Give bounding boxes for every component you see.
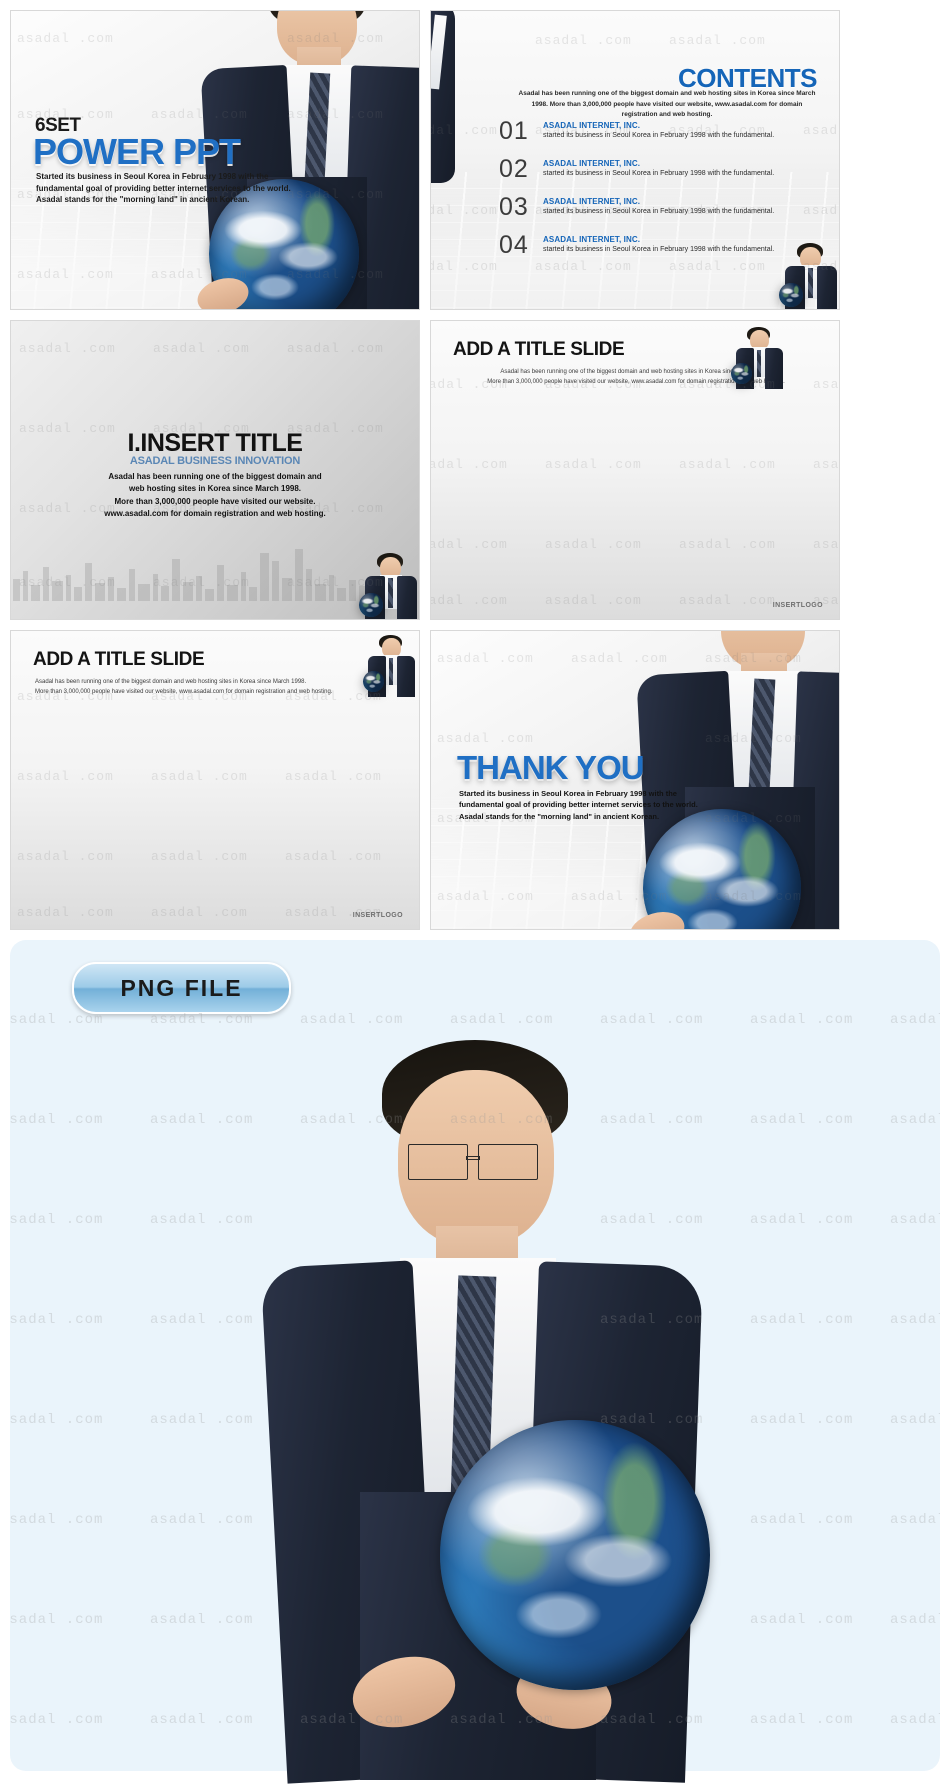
contents-list-item[interactable]: 01 ASADAL INTERNET, INC. started its bus… xyxy=(499,117,825,157)
slide-thumbnail-cover[interactable]: 6SET POWER PPT Started its business in S… xyxy=(10,10,420,310)
businessman-thumbnail xyxy=(731,327,783,389)
businessman-thumbnail xyxy=(363,635,415,697)
title-slide-heading: ADD A TITLE SLIDE xyxy=(33,649,205,670)
contents-item-number: 01 xyxy=(499,117,529,145)
contents-item-title: ASADAL INTERNET, INC. xyxy=(543,159,641,168)
watermark-text: asadal .com xyxy=(150,1212,254,1228)
contents-item-desc: started its business in Seoul Korea in F… xyxy=(543,246,775,253)
contents-list-item[interactable]: 04 ASADAL INTERNET, INC. started its bus… xyxy=(499,231,825,271)
watermark-text: asadal .com xyxy=(10,1312,104,1328)
watermark-text: asadal .com xyxy=(150,1312,254,1328)
slide-thumbnail-thank-you[interactable]: THANK YOU Started its business in Seoul … xyxy=(430,630,840,930)
body-line: More than 3,000,000 people have visited … xyxy=(114,496,316,506)
cover-title: POWER PPT xyxy=(33,131,241,172)
watermark-text: asadal .com xyxy=(750,1412,854,1428)
watermark-text: asadal .com xyxy=(750,1512,854,1528)
title-slide-heading: ADD A TITLE SLIDE xyxy=(453,339,625,360)
glasses-icon xyxy=(478,1144,538,1180)
glasses-icon xyxy=(408,1144,468,1180)
watermark-text: asadal .com xyxy=(890,1112,940,1128)
watermark-text: asadal .com xyxy=(150,1012,254,1028)
watermark-text: asadal .com xyxy=(750,1612,854,1628)
cover-body-text: Started its business in Seoul Korea in F… xyxy=(36,172,291,205)
insert-title-subtitle: ASADAL BUSINESS INNOVATION xyxy=(129,455,301,467)
contents-item-number: 03 xyxy=(499,193,529,221)
footer-logo-placeholder: INSERTLOGO xyxy=(352,912,403,919)
watermark-text: asadal .com xyxy=(10,1512,104,1528)
watermark-text: asadal .com xyxy=(890,1312,940,1328)
watermark-text: asadal .com xyxy=(890,1012,940,1028)
watermark-text: asadal .com xyxy=(890,1212,940,1228)
slide-thumbnail-contents[interactable]: CONTENTS Asadal has been running one of … xyxy=(430,10,840,310)
contents-item-desc: started its business in Seoul Korea in F… xyxy=(543,132,775,139)
globe-graphic-large xyxy=(440,1420,710,1690)
watermark-text: asadal .com xyxy=(150,1712,254,1728)
contents-item-title: ASADAL INTERNET, INC. xyxy=(543,121,641,130)
contents-item-title: ASADAL INTERNET, INC. xyxy=(543,197,641,206)
watermark-text: asadal .com xyxy=(750,1212,854,1228)
watermark-text: asadal .com xyxy=(890,1512,940,1528)
glasses-bridge xyxy=(466,1156,480,1160)
contents-item-desc: started its business in Seoul Korea in F… xyxy=(543,170,775,177)
slide-thumbnail-title-slide-b[interactable]: ADD A TITLE SLIDE Asadal has been runnin… xyxy=(10,630,420,930)
watermark-text: asadal .com xyxy=(600,1012,704,1028)
watermark-text: asadal .com xyxy=(10,1012,104,1028)
footer-logo-placeholder: INSERTLOGO xyxy=(772,602,823,609)
watermark-text: asadal .com xyxy=(150,1412,254,1428)
businessman-thumbnail xyxy=(779,243,837,309)
watermark-text: asadal .com xyxy=(890,1712,940,1728)
slide-thumbnail-insert-title[interactable]: I.INSERT TITLE ASADAL BUSINESS INNOVATIO… xyxy=(10,320,420,620)
insert-title-heading: I.INSERT TITLE xyxy=(127,429,303,457)
watermark-text: asadal .com xyxy=(750,1012,854,1028)
contents-item-number: 02 xyxy=(499,155,529,183)
watermark-text: asadal .com xyxy=(10,1412,104,1428)
contents-list-item[interactable]: 03 ASADAL INTERNET, INC. started its bus… xyxy=(499,193,825,233)
contents-item-number: 04 xyxy=(499,231,529,259)
png-file-panel: PNG FILE asadal .com asadal .com asadal .c… xyxy=(10,940,940,1784)
watermark-text: asadal .com xyxy=(890,1612,940,1628)
watermark-text: asadal .com xyxy=(890,1412,940,1428)
watermark-text: asadal .com xyxy=(300,1012,404,1028)
watermark-text: asadal .com xyxy=(10,1612,104,1628)
contents-list-item[interactable]: 02 ASADAL INTERNET, INC. started its bus… xyxy=(499,155,825,195)
insert-title-body: Asadal has been running one of the bigge… xyxy=(11,471,419,521)
watermark-text: asadal .com xyxy=(750,1712,854,1728)
contents-item-title: ASADAL INTERNET, INC. xyxy=(543,235,641,244)
watermark-text: asadal .com xyxy=(750,1312,854,1328)
template-preview-sheet: 6SET POWER PPT Started its business in S… xyxy=(0,0,950,1784)
watermark-text: asadal .com xyxy=(10,1712,104,1728)
body-line: www.asadal.com for domain registration a… xyxy=(104,509,326,519)
contents-list: 01 ASADAL INTERNET, INC. started its bus… xyxy=(499,117,825,271)
watermark-text: asadal .com xyxy=(750,1112,854,1128)
thank-you-title: THANK YOU xyxy=(457,749,645,786)
body-line: web hosting sites in Korea since March 1… xyxy=(128,484,302,494)
title-slide-body: Asadal has been running one of the bigge… xyxy=(35,677,365,697)
thank-you-body: Started its business in Seoul Korea in F… xyxy=(459,789,698,821)
body-line: Asadal has been running one of the bigge… xyxy=(108,472,322,481)
png-file-button-label: PNG FILE xyxy=(120,974,243,1001)
watermark-text: asadal .com xyxy=(150,1512,254,1528)
slide-thumbnail-title-slide-a[interactable]: ADD A TITLE SLIDE Asadal has been runnin… xyxy=(430,320,840,620)
watermark-text: asadal .com xyxy=(10,1212,104,1228)
contents-lead-text: Asadal has been running one of the bigge… xyxy=(518,90,816,119)
body-line: More than 3,000,000 people have visited … xyxy=(35,689,333,696)
slide-background xyxy=(11,631,419,929)
watermark-text: asadal .com xyxy=(150,1612,254,1628)
watermark-text: asadal .com xyxy=(450,1012,554,1028)
body-line: Asadal has been running one of the bigge… xyxy=(35,679,307,685)
watermark-text: asadal .com xyxy=(150,1112,254,1128)
contents-item-desc: started its business in Seoul Korea in F… xyxy=(543,208,775,215)
businessman-thumbnail xyxy=(359,553,417,619)
watermark-text: asadal .com xyxy=(10,1112,104,1128)
png-file-button[interactable]: PNG FILE xyxy=(72,962,291,1014)
